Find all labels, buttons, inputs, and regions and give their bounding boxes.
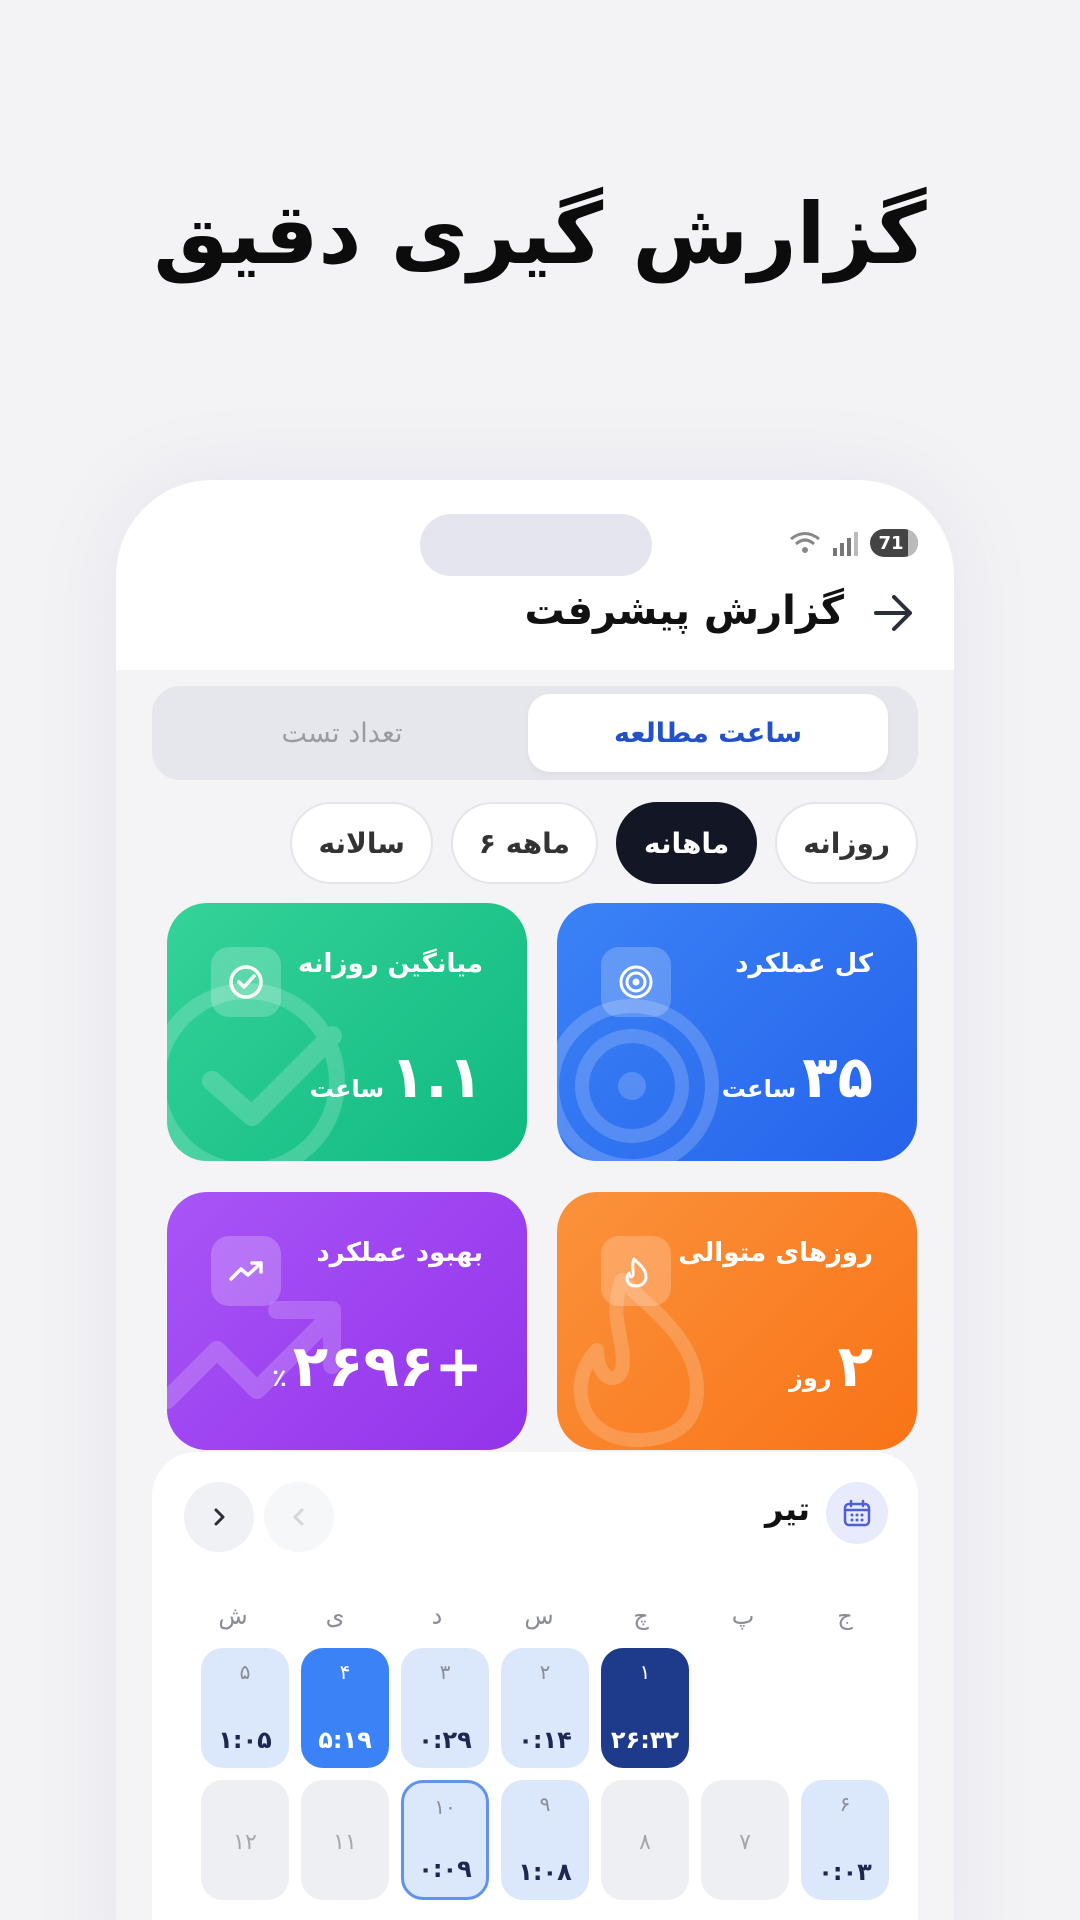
calendar-day[interactable]: ۷ <box>701 1780 789 1900</box>
signal-icon <box>833 532 858 556</box>
day-number: ۵ <box>239 1660 251 1684</box>
day-number: ۱ <box>639 1660 651 1684</box>
day-number: ۸ <box>639 1830 651 1855</box>
card-title: روزهای متوالی <box>678 1238 873 1268</box>
period-daily[interactable]: روزانه <box>775 802 918 884</box>
day-study-time: ۰:۱۴ <box>518 1726 572 1754</box>
period-filter: روزانه ماهانه ۶ ماهه سالانه <box>290 802 918 884</box>
day-study-time: ۱:۰۵ <box>218 1726 272 1754</box>
day-number: ۱۱ <box>333 1830 357 1855</box>
calendar-empty-cell <box>701 1648 789 1768</box>
day-number: ۱۲ <box>233 1830 257 1855</box>
card-number: ۱.۱ <box>390 1043 483 1111</box>
previous-month-button[interactable] <box>264 1482 334 1552</box>
target-icon <box>601 947 671 1017</box>
card-number: ۲ <box>837 1332 873 1400</box>
wifi-icon <box>790 532 820 553</box>
calendar-day[interactable]: ۴ ۵:۱۹ <box>301 1648 389 1768</box>
weekday-label: ی <box>325 1602 345 1630</box>
day-study-time: ۱:۰۸ <box>518 1858 572 1886</box>
calendar-day[interactable]: ۳ ۰:۲۹ <box>401 1648 489 1768</box>
phone-frame: 71 گزارش پیشرفت ساعت مطالعه تعداد تست رو… <box>116 480 954 1920</box>
card-unit: ساعت <box>721 1075 797 1103</box>
day-number: ۲ <box>539 1660 551 1684</box>
calendar-day[interactable]: ۱۲ <box>201 1780 289 1900</box>
average-daily-card: میانگین روزانه ۱.۱ ساعت <box>167 903 527 1161</box>
card-number: +۲۶۹۶ <box>292 1332 483 1400</box>
calendar-day[interactable]: ۱۱ <box>301 1780 389 1900</box>
day-study-time: ۰:۰۹ <box>418 1855 472 1883</box>
calendar-card: تیر ش ی د س چ پ ج ۱ ۲۶:۳۲ ۲ ۰:۱۴ ۳ ۰:۲۹ ۴ ۵:۱۹ ۵ ۱:۰۵ ۶ ۰… <box>152 1452 918 1920</box>
dynamic-island <box>420 514 652 576</box>
calendar-day[interactable]: ۹ ۱:۰۸ <box>501 1780 589 1900</box>
chevron-left-icon <box>293 1508 304 1526</box>
day-number: ۶ <box>839 1792 851 1816</box>
promo-headline: گزارش گیری دقیق <box>153 185 927 283</box>
metric-segmented-control: ساعت مطالعه تعداد تست <box>152 686 918 780</box>
card-title: کل عملکرد <box>735 949 873 979</box>
card-unit: روز <box>789 1364 832 1392</box>
card-title: میانگین روزانه <box>298 949 483 979</box>
weekday-label: س <box>524 1602 554 1630</box>
day-study-time: ۵:۱۹ <box>318 1726 372 1754</box>
day-number: ۳ <box>439 1660 451 1684</box>
check-circle-icon <box>211 947 281 1017</box>
chevron-right-icon <box>214 1508 225 1526</box>
calendar-day[interactable]: ۱۰ ۰:۰۹ <box>401 1780 489 1900</box>
period-6-months[interactable]: ۶ ماهه <box>450 802 598 884</box>
calendar-day[interactable]: ۶ ۰:۰۳ <box>801 1780 889 1900</box>
day-study-time: ۰:۲۹ <box>418 1726 472 1754</box>
day-number: ۹ <box>539 1792 551 1816</box>
card-number: ۳۵ <box>802 1043 873 1111</box>
card-title: بهبود عملکرد <box>316 1238 483 1268</box>
weekday-header: شیدسچپج <box>189 1602 889 1642</box>
segment-test-count[interactable]: تعداد تست <box>162 694 522 772</box>
back-arrow-icon[interactable] <box>870 590 916 636</box>
battery-indicator: 71 <box>870 529 918 557</box>
day-number: ۴ <box>339 1660 351 1684</box>
period-monthly[interactable]: ماهانه <box>615 802 758 884</box>
calendar-day[interactable]: ۱ ۲۶:۳۲ <box>601 1648 689 1768</box>
weekday-label: چ <box>633 1602 649 1630</box>
day-number: ۱۰ <box>434 1795 456 1819</box>
card-unit: ساعت <box>309 1075 385 1103</box>
total-performance-card: کل عملکرد ۳۵ ساعت <box>557 903 917 1161</box>
day-number: ۷ <box>739 1830 751 1855</box>
calendar-icon <box>826 1482 888 1544</box>
streak-card: روزهای متوالی ۲ روز <box>557 1192 917 1450</box>
calendar-days-grid: ۱ ۲۶:۳۲ ۲ ۰:۱۴ ۳ ۰:۲۹ ۴ ۵:۱۹ ۵ ۱:۰۵ ۶ ۰:۰۳ ۷ ۸ ۹ ۱:۰۸ ۱۰… <box>189 1648 889 1900</box>
next-month-button[interactable] <box>184 1482 254 1552</box>
calendar-day[interactable]: ۵ ۱:۰۵ <box>201 1648 289 1768</box>
period-yearly[interactable]: سالانه <box>290 802 433 884</box>
calendar-month: تیر <box>765 1490 810 1528</box>
page-header: گزارش پیشرفت <box>116 580 954 650</box>
card-value: ۱.۱ ساعت <box>310 1043 483 1111</box>
trending-up-icon <box>211 1236 281 1306</box>
improvement-card: بهبود عملکرد +۲۶۹۶ ٪ <box>167 1192 527 1450</box>
segment-study-hours[interactable]: ساعت مطالعه <box>528 694 888 772</box>
weekday-label: پ <box>731 1602 755 1630</box>
calendar-day[interactable]: ۲ ۰:۱۴ <box>501 1648 589 1768</box>
status-bar: 71 <box>788 528 918 558</box>
calendar-day[interactable]: ۸ <box>601 1780 689 1900</box>
day-study-time: ۰:۰۳ <box>818 1858 872 1886</box>
card-value: ۲ روز <box>789 1332 873 1400</box>
day-study-time: ۲۶:۳۲ <box>610 1726 680 1754</box>
weekday-label: د <box>431 1602 443 1630</box>
card-unit: ٪ <box>272 1364 287 1392</box>
weekday-label: ش <box>218 1602 248 1630</box>
card-value: ۳۵ ساعت <box>722 1043 873 1111</box>
weekday-label: ج <box>837 1602 853 1630</box>
flame-icon <box>601 1236 671 1306</box>
calendar-empty-cell <box>801 1648 889 1768</box>
card-value: +۲۶۹۶ ٪ <box>272 1332 483 1400</box>
page-title: گزارش پیشرفت <box>524 588 844 634</box>
